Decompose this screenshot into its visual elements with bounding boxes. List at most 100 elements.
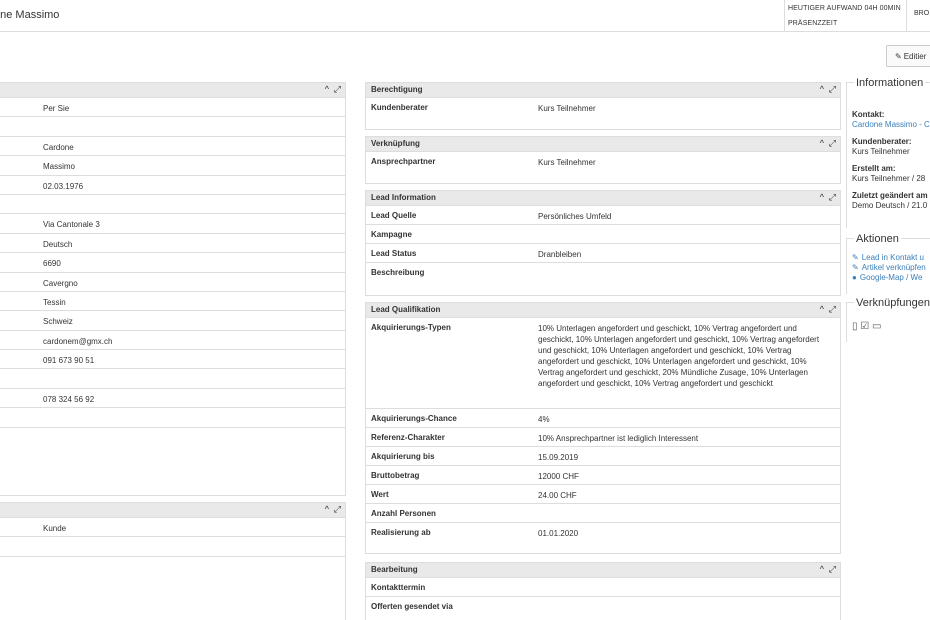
chevron-up-icon[interactable]: ^ xyxy=(820,192,824,202)
field-value: 15.09.2019 xyxy=(538,453,579,462)
chevron-up-icon[interactable]: ^ xyxy=(820,304,824,314)
verknuepfungen-icons: ▯ ☑ ▭ xyxy=(852,321,882,332)
detail-row: Via Cantonale 3 xyxy=(0,214,345,234)
lead-qualifikation-panel: Lead Qualifikation ^ ⤢ Akquirierungs-Typ… xyxy=(365,302,841,554)
detail-value: 091 673 90 51 xyxy=(43,356,95,366)
expand-icon[interactable]: ⤢ xyxy=(334,504,341,515)
edit-button-label: Editier xyxy=(903,52,927,61)
field-value: Kurs Teilnehmer xyxy=(538,104,596,113)
email-link[interactable]: cardonem@gmx.ch xyxy=(43,336,339,347)
detail-row xyxy=(0,195,345,215)
artikel-verknuepfen-link[interactable]: ✎ Artikel verknüpfen xyxy=(852,263,930,273)
detail-value: Tessin xyxy=(43,297,66,307)
expand-icon[interactable]: ⤢ xyxy=(829,564,836,575)
lead-information-panel: Lead Information ^ ⤢ Lead Quelle Persönli… xyxy=(365,190,841,296)
field-row: Akquirierungs-Chance 4% xyxy=(366,409,840,428)
globe-icon: ● xyxy=(852,273,857,282)
detail-value: Via Cantonale 3 xyxy=(43,220,100,230)
expand-icon[interactable]: ⤢ xyxy=(829,304,836,315)
chevron-up-icon[interactable]: ^ xyxy=(325,84,329,94)
contact-rows: Per Sie Cardone Massimo 02.03.1976 Via Canto… xyxy=(0,98,345,447)
chevron-up-icon[interactable]: ^ xyxy=(820,84,824,94)
lead-information-header: Lead Information ^ ⤢ xyxy=(366,191,840,206)
pencil-icon: ✎ xyxy=(895,52,902,61)
detail-row: Schweiz xyxy=(0,311,345,331)
field-label: Referenz-Charakter xyxy=(371,433,445,442)
detail-value: Schweiz xyxy=(43,317,73,327)
calendar-icon[interactable]: ▭ xyxy=(872,321,881,332)
field-label: Kundenberater xyxy=(371,103,428,112)
detail-row: Cavergno xyxy=(0,273,345,292)
verknuepfung-panel: Verknüpfung ^ ⤢ Ansprechpartner Kurs Teil… xyxy=(365,136,841,184)
field-value: 24.00 CHF xyxy=(538,491,577,500)
detail-value: Deutsch xyxy=(43,239,73,249)
status-rows: Kunde xyxy=(0,518,345,576)
field-row: Anzahl Personen xyxy=(366,504,840,523)
detail-row: 6690 xyxy=(0,253,345,273)
field-row: Offerten gesendet via xyxy=(366,597,840,616)
field-label: Beschreibung xyxy=(371,268,425,277)
berechtigung-panel: Berechtigung ^ ⤢ Kundenberater Kurs Teiln… xyxy=(365,82,841,130)
google-map-label: Google-Map / We xyxy=(859,273,923,282)
detail-row: Cardone xyxy=(0,137,345,157)
field-row: Beschreibung xyxy=(366,263,840,282)
field-label: Anzahl Personen xyxy=(371,509,436,518)
field-value: Persönliches Umfeld xyxy=(538,212,612,221)
work-time-box[interactable]: HEUTIGER AUFWAND 04H 00MIN PRÄSENZZEIT xyxy=(784,0,906,32)
field-value: Kurs Teilnehmer xyxy=(538,158,596,167)
bearbeitung-header: Bearbeitung ^ ⤢ xyxy=(366,563,840,578)
edit-button[interactable]: ✎ Editier xyxy=(886,45,930,67)
contact-panel-header: ^ ⤢ xyxy=(0,83,345,98)
field-label: Offerten gesendet via xyxy=(371,602,453,611)
detail-row: 078 324 56 92 xyxy=(0,389,345,409)
expand-icon[interactable]: ⤢ xyxy=(829,192,836,203)
task-icon[interactable]: ☑ xyxy=(860,321,869,332)
edit-icon: ✎ xyxy=(852,253,859,262)
lead-in-kontakt-link[interactable]: ✎ Lead in Kontakt u xyxy=(852,253,930,263)
edit-icon: ✎ xyxy=(852,263,859,272)
field-value: 12000 CHF xyxy=(538,472,579,481)
detail-row: cardonem@gmx.ch xyxy=(0,331,345,351)
kontakt-link[interactable]: Cardone Massimo - C xyxy=(852,120,930,130)
heutiger-aufwand-label: HEUTIGER AUFWAND 04H 00MIN xyxy=(788,5,901,12)
field-row: Realisierung ab 01.01.2020 xyxy=(366,523,840,542)
field-value: 10% Ansprechpartner ist lediglich Intere… xyxy=(538,434,699,443)
field-row: Kontakttermin xyxy=(366,578,840,597)
google-map-link[interactable]: ● Google-Map / We xyxy=(852,273,930,283)
status-panel-header: ^ ⤢ xyxy=(0,503,345,518)
detail-value: Cardone xyxy=(43,142,74,152)
bro-menu[interactable]: BRO xyxy=(906,0,930,32)
detail-row xyxy=(0,557,345,576)
informationen-title: Informationen xyxy=(854,77,926,89)
detail-row: Kunde xyxy=(0,518,345,538)
lead-in-kontakt-label: Lead in Kontakt u xyxy=(861,253,924,262)
field-value: 4% xyxy=(538,415,550,424)
field-label: Lead Status xyxy=(371,249,417,258)
detail-value: 6690 xyxy=(43,259,61,269)
chevron-up-icon[interactable]: ^ xyxy=(820,138,824,148)
contact-panel: ^ ⤢ Per Sie Cardone Massimo 02.03.1976 Via C… xyxy=(0,82,346,496)
field-label: Akquirierungs-Typen xyxy=(371,323,451,332)
verknuepfungen-box: Verknüpfungen ▯ ☑ ▭ xyxy=(846,297,930,342)
expand-icon[interactable]: ⤢ xyxy=(334,84,341,95)
field-row: Kundenberater Kurs Teilnehmer xyxy=(366,98,840,118)
field-row: Lead Quelle Persönliches Umfeld xyxy=(366,206,840,225)
field-row: Wert 24.00 CHF xyxy=(366,485,840,504)
chevron-up-icon[interactable]: ^ xyxy=(325,504,329,514)
field-value: Dranbleiben xyxy=(538,250,582,259)
field-label: Akquirierungs-Chance xyxy=(371,414,457,423)
detail-row xyxy=(0,117,345,137)
field-label: Kontakttermin xyxy=(371,583,426,592)
lead-qualifikation-header: Lead Qualifikation ^ ⤢ xyxy=(366,303,840,318)
expand-icon[interactable]: ⤢ xyxy=(829,84,836,95)
detail-row xyxy=(0,408,345,428)
note-icon[interactable]: ▯ xyxy=(852,321,858,332)
bearbeitung-title: Bearbeitung xyxy=(371,565,418,574)
field-label: Kampagne xyxy=(371,230,412,239)
field-value: 10% Unterlagen angefordert und geschickt… xyxy=(538,324,820,388)
chevron-up-icon[interactable]: ^ xyxy=(820,564,824,574)
expand-icon[interactable]: ⤢ xyxy=(829,138,836,149)
aktionen-box: Aktionen ✎ Lead in Kontakt u ✎ Artikel ver… xyxy=(846,233,930,294)
bro-label: BRO xyxy=(914,10,930,17)
bearbeitung-panel: Bearbeitung ^ ⤢ Kontakttermin Offerten ge… xyxy=(365,562,841,620)
